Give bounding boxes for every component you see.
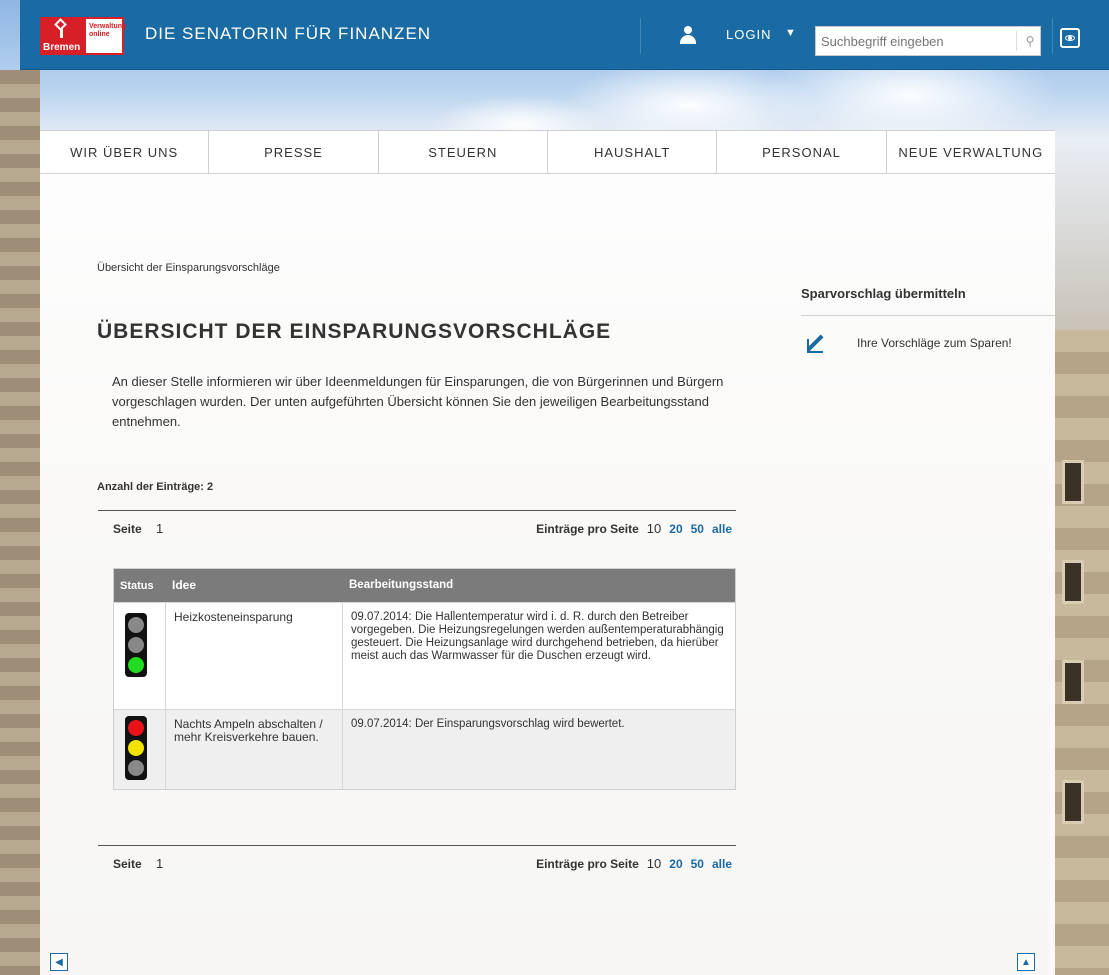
divider	[640, 18, 641, 54]
pager-top: Seite 1 Einträge pro Seite 10 20 50 alle	[98, 510, 736, 546]
main-nav: WIR ÜBER UNS PRESSE STEUERN HAUSHALT PER…	[40, 130, 1055, 174]
traffic-light-red-yellow	[125, 716, 147, 780]
per-page-current: 10	[646, 856, 662, 871]
user-icon[interactable]	[680, 26, 696, 44]
per-page-label: Einträge pro Seite	[536, 522, 639, 536]
logo-subtitle-2: online	[89, 31, 110, 38]
column-idee: Idee	[172, 578, 197, 592]
progress-cell: 09.07.2014: Die Hallentemperatur wird i.…	[351, 611, 724, 662]
nav-item-neue-verwaltung[interactable]: NEUE VERWALTUNG	[887, 131, 1055, 173]
logo-subtitle-1: Verwaltung	[89, 23, 127, 30]
column-bearbeitungsstand: Bearbeitungsstand	[349, 579, 454, 591]
submit-proposal-link[interactable]: Ihre Vorschläge zum Sparen!	[801, 328, 1051, 358]
per-page-50[interactable]: 50	[691, 857, 704, 871]
nav-item-wir-ueber-uns[interactable]: WIR ÜBER UNS	[40, 131, 210, 173]
per-page-current: 10	[646, 521, 662, 536]
submit-proposal-label[interactable]: Ihre Vorschläge zum Sparen!	[857, 336, 1012, 350]
table-header: Status Idee Bearbeitungsstand	[114, 569, 735, 602]
top-bar: Bremen Verwaltung online DIE SENATORIN F…	[20, 0, 1109, 70]
sidebar-title: Sparvorschlag übermitteln	[801, 286, 1055, 316]
page-number: 1	[156, 856, 164, 871]
page-label: Seite	[113, 522, 142, 536]
page-title: ÜBERSICHT DER EINSPARUNGSVORSCHLÄGE	[97, 320, 612, 343]
search-input[interactable]	[816, 27, 1012, 55]
divider	[1052, 18, 1053, 54]
intro-text: An dieser Stelle informieren wir über Id…	[112, 374, 724, 429]
per-page-20[interactable]: 20	[669, 522, 682, 536]
breadcrumb[interactable]: Übersicht der Einsparungsvorschläge	[97, 262, 280, 274]
pen-icon[interactable]	[806, 331, 833, 355]
pager-bottom: Seite 1 Einträge pro Seite 10 20 50 alle	[98, 845, 736, 881]
per-page-50[interactable]: 50	[691, 522, 704, 536]
search-box: ⚲	[815, 26, 1041, 56]
table-row: Heizkosteneinsparung 09.07.2014: Die Hal…	[114, 602, 735, 709]
page-label: Seite	[113, 857, 142, 871]
progress-cell: 09.07.2014: Der Einsparungsvorschlag wir…	[351, 718, 625, 730]
nav-item-haushalt[interactable]: HAUSHALT	[548, 131, 718, 173]
search-icon[interactable]: ⚲	[1018, 27, 1042, 55]
per-page-all[interactable]: alle	[712, 522, 732, 536]
arrow-left-icon[interactable]: ◀	[50, 953, 68, 971]
nav-item-steuern[interactable]: STEUERN	[379, 131, 548, 173]
page-number: 1	[156, 521, 164, 536]
bremen-logo[interactable]: Bremen Verwaltung online	[40, 17, 130, 55]
table-row: Nachts Ampeln abschalten / mehr Kreisver…	[114, 709, 735, 789]
logo-name: Bremen	[43, 42, 81, 53]
per-page-20[interactable]: 20	[669, 857, 682, 871]
idea-cell: Heizkosteneinsparung	[166, 603, 343, 709]
nav-item-personal[interactable]: PERSONAL	[717, 131, 887, 173]
site-title[interactable]: DIE SENATORIN FÜR FINANZEN	[145, 24, 431, 44]
caret-down-icon[interactable]: ▼	[785, 27, 796, 39]
idea-cell: Nachts Ampeln abschalten / mehr Kreisver…	[166, 710, 343, 789]
per-page-all[interactable]: alle	[712, 857, 732, 871]
nav-item-presse[interactable]: PRESSE	[209, 131, 379, 173]
traffic-light-green	[125, 613, 147, 677]
proposals-table: Status Idee Bearbeitungsstand Heizkosten…	[113, 568, 736, 790]
arrow-up-icon[interactable]: ▲	[1017, 953, 1035, 971]
column-status: Status	[120, 579, 154, 592]
per-page-label: Einträge pro Seite	[536, 857, 639, 871]
login-link[interactable]: LOGIN	[726, 27, 771, 42]
entry-count: Anzahl der Einträge: 2	[97, 481, 214, 493]
eye-icon[interactable]	[1060, 28, 1080, 48]
content-panel: WIR ÜBER UNS PRESSE STEUERN HAUSHALT PER…	[40, 130, 1055, 975]
